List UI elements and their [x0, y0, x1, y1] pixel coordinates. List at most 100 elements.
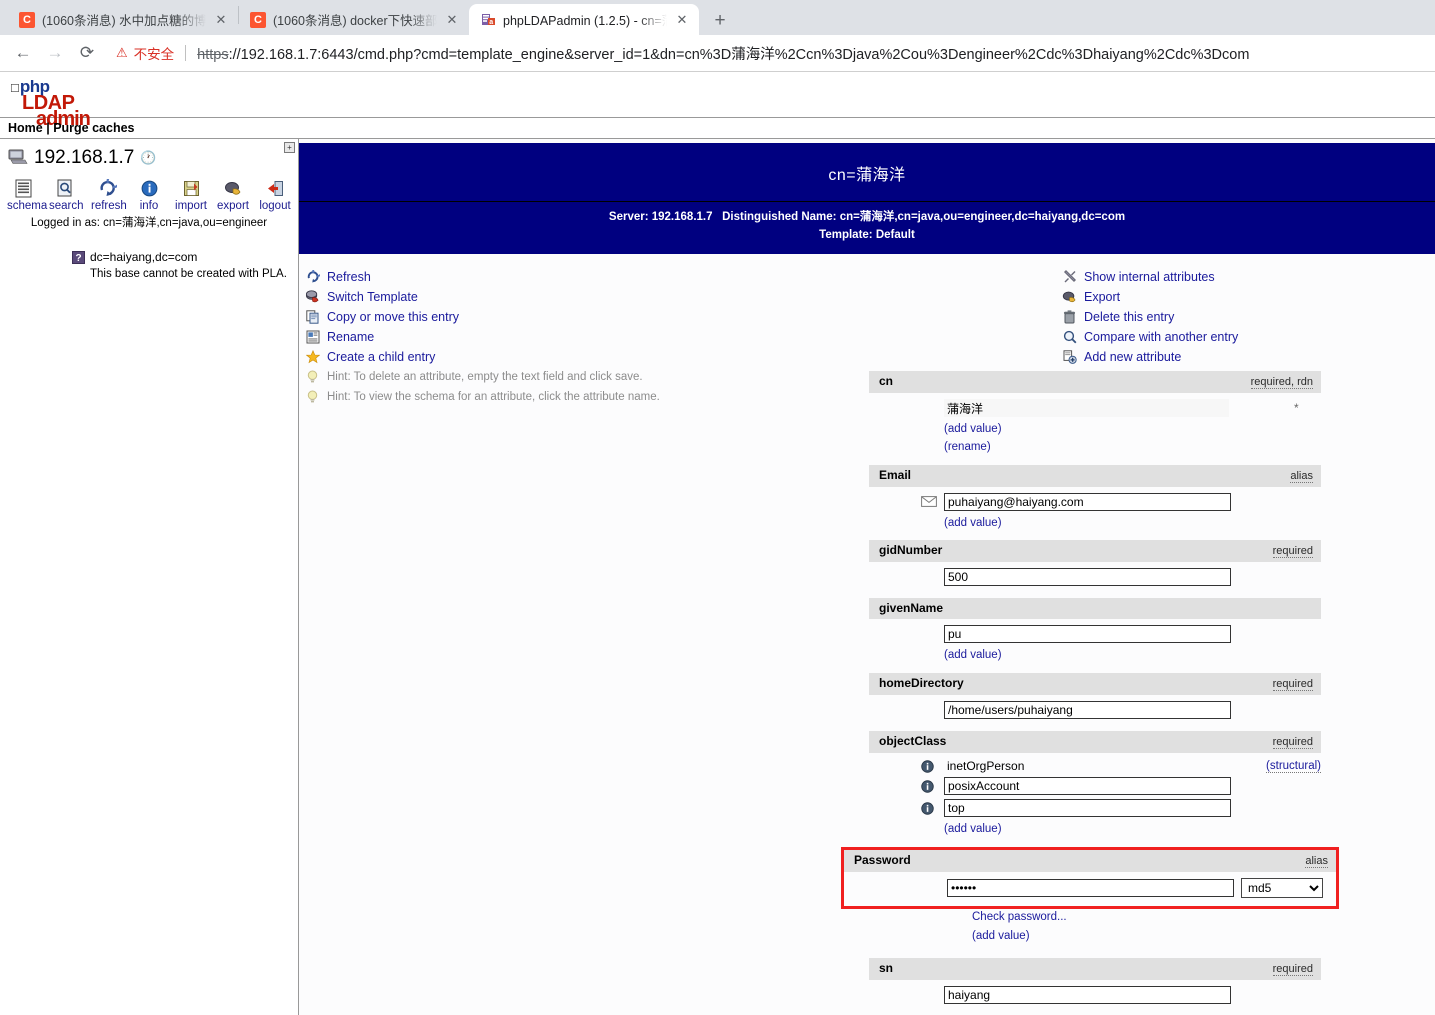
info-icon: [133, 177, 165, 199]
attribute-email: Email alias puhaiyang@haiyang.com (add v…: [869, 464, 1321, 541]
action-label[interactable]: Refresh: [327, 270, 371, 284]
browser-tab-1[interactable]: C (1060条消息) 水中加点糖的博客 ✕: [8, 4, 238, 35]
homedirectory-value-input[interactable]: [944, 701, 1231, 720]
action-label[interactable]: Copy or move this entry: [327, 310, 459, 324]
sidebar-item-logout[interactable]: logout: [259, 177, 291, 212]
action-label[interactable]: Switch Template: [327, 290, 418, 304]
close-icon[interactable]: ✕: [674, 12, 690, 28]
action-add-new-attribute[interactable]: Add new attribute: [1062, 348, 1435, 367]
info-icon[interactable]: [921, 760, 937, 773]
action-label[interactable]: Add new attribute: [1084, 350, 1181, 364]
objectclass-add-value-link[interactable]: (add value): [869, 821, 1321, 839]
email-value-input[interactable]: [944, 492, 1231, 511]
main-split: + 192.168.1.7 🕐 schema search refresh in…: [0, 139, 1435, 1015]
sidebar-item-import[interactable]: import: [175, 177, 207, 212]
attribute-name[interactable]: homeDirectory: [879, 676, 964, 690]
attribute-flag: required, rdn: [1250, 376, 1313, 389]
action-label[interactable]: Delete this entry: [1084, 310, 1174, 324]
entry-panel: cn=蒲海洋 Server: 192.168.1.7 Distinguished…: [299, 139, 1435, 1015]
sidebar-item-search[interactable]: search: [49, 177, 84, 212]
close-icon[interactable]: ✕: [213, 12, 229, 28]
dn-value: cn=蒲海洋,cn=java,ou=engineer,dc=haiyang,dc…: [839, 211, 1126, 223]
sidebar-server-name: 192.168.1.7: [34, 147, 135, 168]
logo-square-icon: ☐: [10, 83, 20, 95]
sn-value-input[interactable]: [944, 985, 1231, 1004]
attribute-header: Password alias: [844, 850, 1336, 873]
givenname-value-input[interactable]: [944, 625, 1231, 644]
cn-value-input[interactable]: [944, 399, 1229, 417]
sidebar-tree-base-dn[interactable]: ? dc=haiyang,dc=com: [0, 250, 298, 264]
action-label[interactable]: Export: [1084, 290, 1120, 304]
sidebar-expand-button[interactable]: +: [284, 142, 295, 153]
action-rename[interactable]: Rename: [305, 328, 1034, 347]
home-link[interactable]: Home: [8, 121, 43, 135]
action-label[interactable]: Compare with another entry: [1084, 330, 1238, 344]
attribute-name[interactable]: objectClass: [879, 734, 946, 748]
attribute-body: (add value): [869, 619, 1321, 673]
logout-icon: [259, 177, 291, 199]
sidebar-item-info[interactable]: info: [133, 177, 165, 212]
cn-add-value-link[interactable]: (add value): [869, 421, 1321, 439]
refresh-icon: [305, 270, 320, 285]
action-switch-template[interactable]: Switch Template: [305, 288, 1034, 307]
action-label[interactable]: Create a child entry: [327, 350, 435, 364]
password-add-value-link[interactable]: (add value): [869, 928, 1321, 946]
action-delete-entry[interactable]: Delete this entry: [1062, 308, 1435, 327]
close-icon[interactable]: ✕: [444, 12, 460, 28]
sidebar-label-schema: schema: [7, 200, 48, 212]
address-bar[interactable]: ⚠ 不安全 https://192.168.1.7:6443/cmd.php?c…: [104, 38, 1427, 68]
objectclass-value-input-2[interactable]: [944, 777, 1231, 796]
new-tab-button[interactable]: +: [705, 7, 735, 35]
import-icon: [175, 177, 207, 199]
action-copy-move[interactable]: Copy or move this entry: [305, 308, 1034, 327]
attribute-name[interactable]: sn: [879, 961, 893, 975]
export-icon: [217, 177, 249, 199]
browser-tab-2[interactable]: C (1060条消息) docker下快速部署 ✕: [239, 4, 469, 35]
sidebar-item-refresh[interactable]: refresh: [91, 177, 127, 212]
action-show-internal-attributes[interactable]: Show internal attributes: [1062, 268, 1435, 287]
attribute-name[interactable]: givenName: [879, 601, 943, 615]
info-icon[interactable]: [921, 802, 937, 815]
password-value-input[interactable]: [947, 879, 1234, 898]
sidebar-icon-toolbar: schema search refresh info import export…: [0, 173, 298, 212]
attribute-name[interactable]: gidNumber: [879, 543, 942, 557]
gidnumber-value-input[interactable]: [944, 568, 1231, 587]
purge-caches-link[interactable]: Purge caches: [53, 121, 134, 135]
attribute-name[interactable]: cn: [879, 374, 893, 388]
email-add-value-link[interactable]: (add value): [869, 515, 1321, 533]
forward-button[interactable]: →: [40, 38, 70, 68]
entry-subheader: Server: 192.168.1.7 Distinguished Name: …: [299, 202, 1435, 254]
attribute-cn: cn required, rdn * (add value) (rename): [869, 371, 1321, 465]
objectclass-value-structural: inetOrgPerson: [947, 759, 1025, 774]
action-label[interactable]: Show internal attributes: [1084, 270, 1215, 284]
action-create-child-entry[interactable]: Create a child entry: [305, 348, 1034, 367]
phpldapadmin-favicon-icon: a: [480, 12, 496, 28]
entry-title: cn=蒲海洋: [299, 143, 1435, 202]
check-password-link[interactable]: Check password...: [869, 911, 1321, 923]
attribute-name[interactable]: Password: [854, 853, 911, 867]
url-text: https://192.168.1.7:6443/cmd.php?cmd=tem…: [197, 43, 1249, 64]
browser-tab-3-active[interactable]: a phpLDAPadmin (1.2.5) - cn=蒲 ✕: [469, 4, 699, 35]
action-export[interactable]: Export: [1062, 288, 1435, 307]
reload-button[interactable]: ⟳: [72, 38, 102, 68]
back-button[interactable]: ←: [8, 38, 38, 68]
attribute-name[interactable]: Email: [879, 468, 911, 482]
password-encoding-select[interactable]: md5: [1241, 878, 1323, 899]
attribute-header: homeDirectory required: [869, 673, 1321, 696]
objectclass-value-input-3[interactable]: [944, 799, 1231, 818]
security-label[interactable]: 不安全: [134, 43, 175, 63]
sidebar-server-row[interactable]: 192.168.1.7 🕐: [0, 145, 298, 173]
cn-rename-link[interactable]: (rename): [869, 439, 1321, 457]
action-label[interactable]: Rename: [327, 330, 374, 344]
action-refresh[interactable]: Refresh: [305, 268, 1034, 287]
rename-icon: [305, 330, 320, 345]
server-label: Server:: [608, 211, 649, 223]
action-compare-entry[interactable]: Compare with another entry: [1062, 328, 1435, 347]
attribute-homedirectory: homeDirectory required: [869, 673, 1321, 731]
givenname-add-value-link[interactable]: (add value): [869, 647, 1321, 665]
star-icon: [305, 350, 320, 365]
sidebar-item-schema[interactable]: schema: [7, 177, 48, 212]
sidebar-item-export[interactable]: export: [217, 177, 249, 212]
info-icon[interactable]: [921, 780, 937, 793]
attribute-body: [869, 695, 1321, 731]
